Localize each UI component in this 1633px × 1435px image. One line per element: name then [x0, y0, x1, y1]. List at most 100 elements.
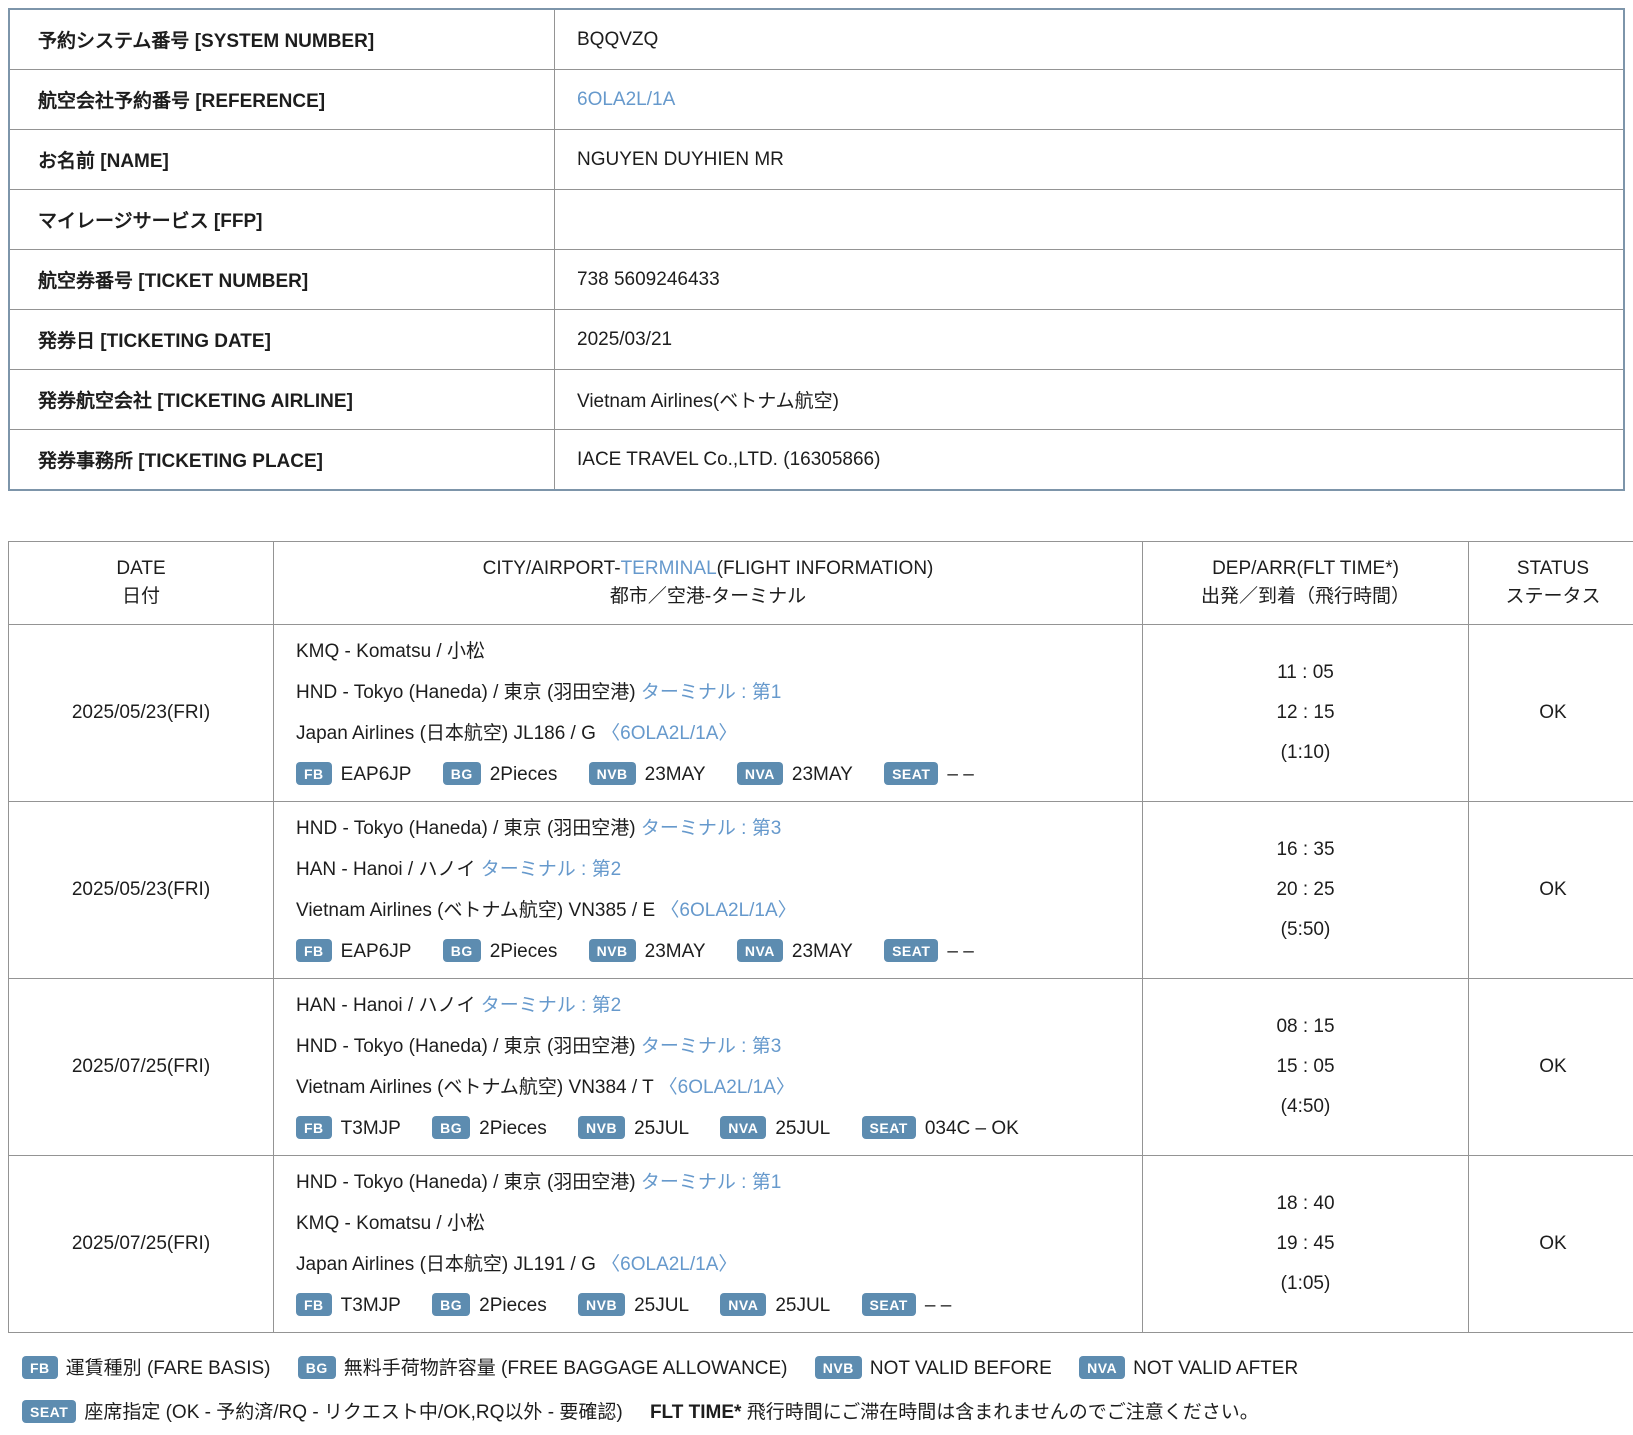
departure-time: 08 : 15 [1144, 1007, 1467, 1047]
ticketing-airline-value: Vietnam Airlines(ベトナム航空) [555, 370, 1625, 430]
destination-city: HND - Tokyo (Haneda) / 東京 (羽田空港) [296, 682, 641, 703]
reference-link[interactable]: 6OLA2L/1A [577, 89, 675, 110]
nva-badge: NVA [737, 939, 783, 962]
nvb-badge: NVB [578, 1293, 625, 1316]
fare-basis-value: T3MJP [341, 1295, 401, 1316]
seat-badge: SEAT [884, 939, 938, 962]
origin-terminal-link[interactable]: ターミナル : 第1 [641, 1172, 781, 1193]
origin-city: KMQ - Komatsu / 小松 [296, 641, 485, 662]
baggage-value: 2Pieces [490, 764, 558, 785]
segment-date: 2025/07/25(FRI) [9, 1156, 274, 1333]
nva-legend-text: NOT VALID AFTER [1133, 1358, 1298, 1379]
date-header-en: DATE [116, 558, 165, 579]
nvb-badge: NVB [589, 939, 636, 962]
origin-city: HND - Tokyo (Haneda) / 東京 (羽田空港) [296, 818, 641, 839]
seat-value: 034C – OK [925, 1118, 1019, 1139]
deparr-cell: 18 : 40 19 : 45 (1:05) [1143, 1156, 1469, 1333]
fare-line: FBEAP6JP BG2Pieces NVB23MAY NVA23MAY SEA… [296, 931, 1142, 972]
bg-badge: BG [432, 1293, 470, 1316]
booking-ref-link[interactable]: 〈6OLA2L/1A〉 [601, 1254, 737, 1275]
status-value: OK [1469, 1156, 1633, 1333]
booking-ref-link[interactable]: 〈6OLA2L/1A〉 [659, 1077, 795, 1098]
destination-terminal-link[interactable]: ターミナル : 第2 [481, 859, 621, 880]
destination-city: HND - Tokyo (Haneda) / 東京 (羽田空港) [296, 1036, 641, 1057]
info-row-ticket-number: 航空券番号 [TICKET NUMBER] 738 5609246433 [9, 250, 1624, 310]
fb-badge: FB [296, 939, 332, 962]
booking-info-table: 予約システム番号 [SYSTEM NUMBER] BQQVZQ 航空会社予約番号… [8, 8, 1625, 491]
flight-line: Vietnam Airlines (ベトナム航空) VN384 / T 〈6OL… [296, 1067, 1142, 1108]
origin-city: HAN - Hanoi / ハノイ [296, 995, 481, 1016]
status-value: OK [1469, 625, 1633, 802]
nvb-badge: NVB [578, 1116, 625, 1139]
legend-line-1: FB運賃種別 (FARE BASIS) BG無料手荷物許容量 (FREE BAG… [22, 1347, 1625, 1391]
flight-line: Japan Airlines (日本航空) JL191 / G 〈6OLA2L/… [296, 1244, 1142, 1285]
seat-value: – – [947, 941, 973, 962]
flt-time-legend-text: 飛行時間にご滞在時間は含まれませんのでご注意ください。 [747, 1402, 1259, 1423]
seat-legend-text: 座席指定 (OK - 予約済/RQ - リクエスト中/OK,RQ以外 - 要確認… [84, 1402, 622, 1423]
nvb-value: 23MAY [645, 941, 706, 962]
nva-badge: NVA [1079, 1356, 1125, 1379]
flight-line: Vietnam Airlines (ベトナム航空) VN385 / E 〈6OL… [296, 890, 1142, 931]
destination-city: KMQ - Komatsu / 小松 [296, 1213, 485, 1234]
deparr-column-header: DEP/ARR(FLT TIME*) 出発／到着（飛行時間） [1143, 542, 1469, 625]
nvb-value: 25JUL [634, 1118, 689, 1139]
origin-terminal-link[interactable]: ターミナル : 第2 [481, 995, 621, 1016]
nva-value: 23MAY [792, 941, 853, 962]
origin-line: HND - Tokyo (Haneda) / 東京 (羽田空港) ターミナル :… [296, 808, 1142, 849]
fare-line: FBT3MJP BG2Pieces NVB25JUL NVA25JUL SEAT… [296, 1108, 1142, 1149]
booking-ref-link[interactable]: 〈6OLA2L/1A〉 [660, 900, 796, 921]
terminal-header-link[interactable]: TERMINAL [621, 558, 717, 579]
seat-badge: SEAT [22, 1400, 76, 1423]
destination-line: HAN - Hanoi / ハノイ ターミナル : 第2 [296, 849, 1142, 890]
nvb-legend-text: NOT VALID BEFORE [870, 1358, 1052, 1379]
seat-badge: SEAT [884, 762, 938, 785]
itinerary-header-row: DATE 日付 CITY/AIRPORT-TERMINAL(FLIGHT INF… [9, 542, 1633, 625]
seat-badge: SEAT [862, 1116, 916, 1139]
flight-duration: (5:50) [1144, 910, 1467, 950]
city-header-jp: 都市／空港-ターミナル [610, 586, 806, 607]
deparr-header-jp: 出発／到着（飛行時間） [1201, 586, 1410, 607]
nva-badge: NVA [720, 1116, 766, 1139]
destination-terminal-link[interactable]: ターミナル : 第3 [641, 1036, 781, 1057]
nvb-value: 23MAY [645, 764, 706, 785]
fb-badge: FB [22, 1356, 58, 1379]
segment-row-4: 2025/07/25(FRI) HND - Tokyo (Haneda) / 東… [9, 1156, 1633, 1333]
ticketing-airline-label: 発券航空会社 [TICKETING AIRLINE] [9, 370, 555, 430]
nva-value: 25JUL [775, 1295, 830, 1316]
info-row-name: お名前 [NAME] NGUYEN DUYHIEN MR [9, 130, 1624, 190]
status-header-en: STATUS [1517, 558, 1589, 579]
nvb-badge: NVB [815, 1356, 862, 1379]
bg-legend-text: 無料手荷物許容量 (FREE BAGGAGE ALLOWANCE) [344, 1358, 788, 1379]
flight-info: Vietnam Airlines (ベトナム航空) VN385 / E [296, 900, 660, 921]
date-header-jp: 日付 [122, 586, 160, 607]
seat-value: – – [925, 1295, 951, 1316]
itinerary-table: DATE 日付 CITY/AIRPORT-TERMINAL(FLIGHT INF… [8, 541, 1633, 1333]
destination-terminal-link[interactable]: ターミナル : 第1 [641, 682, 781, 703]
segment-row-1: 2025/05/23(FRI) KMQ - Komatsu / 小松 HND -… [9, 625, 1633, 802]
origin-line: HND - Tokyo (Haneda) / 東京 (羽田空港) ターミナル :… [296, 1162, 1142, 1203]
fare-basis-value: T3MJP [341, 1118, 401, 1139]
booking-ref-link[interactable]: 〈6OLA2L/1A〉 [601, 723, 737, 744]
departure-time: 18 : 40 [1144, 1184, 1467, 1224]
departure-time: 11 : 05 [1144, 653, 1467, 693]
legend-line-2: SEAT 座席指定 (OK - 予約済/RQ - リクエスト中/OK,RQ以外 -… [22, 1391, 1625, 1435]
deparr-header-en: DEP/ARR(FLT TIME*) [1212, 558, 1399, 579]
flt-time-label: FLT TIME* [650, 1402, 741, 1423]
flight-line: Japan Airlines (日本航空) JL186 / G 〈6OLA2L/… [296, 713, 1142, 754]
status-header-jp: ステータス [1505, 586, 1600, 607]
baggage-value: 2Pieces [479, 1295, 547, 1316]
nvb-value: 25JUL [634, 1295, 689, 1316]
system-number-value: BQQVZQ [555, 9, 1625, 70]
departure-time: 16 : 35 [1144, 830, 1467, 870]
deparr-cell: 11 : 05 12 : 15 (1:10) [1143, 625, 1469, 802]
flight-info: Japan Airlines (日本航空) JL191 / G [296, 1254, 601, 1275]
name-label: お名前 [NAME] [9, 130, 555, 190]
info-row-ticketing-place: 発券事務所 [TICKETING PLACE] IACE TRAVEL Co.,… [9, 430, 1624, 491]
nvb-badge: NVB [589, 762, 636, 785]
origin-terminal-link[interactable]: ターミナル : 第3 [641, 818, 781, 839]
nva-value: 23MAY [792, 764, 853, 785]
bg-badge: BG [443, 762, 481, 785]
nva-badge: NVA [737, 762, 783, 785]
eticket-page: 予約システム番号 [SYSTEM NUMBER] BQQVZQ 航空会社予約番号… [0, 0, 1633, 1435]
deparr-cell: 16 : 35 20 : 25 (5:50) [1143, 802, 1469, 979]
